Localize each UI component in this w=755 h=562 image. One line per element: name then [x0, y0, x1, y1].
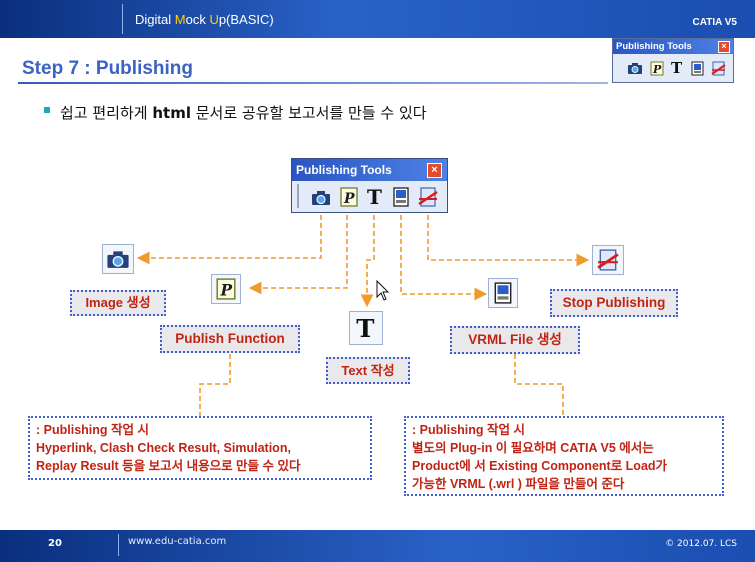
- camera-icon: [102, 244, 134, 274]
- publish-p-icon: P: [211, 274, 241, 304]
- note-left-line: Replay Result 등을 보고서 내용으로 만들 수 있다: [36, 459, 301, 473]
- note-right-line: 가능한 VRML (.wrl ) 파일을 만들어 준다: [412, 477, 625, 491]
- label-stop-publishing: Stop Publishing: [550, 289, 678, 317]
- vrml-file-icon: [488, 278, 518, 308]
- note-right: : Publishing 작업 시 별도의 Plug-in 이 필요하며 CAT…: [404, 416, 724, 496]
- note-left-line: Hyperlink, Clash Check Result, Simulatio…: [36, 441, 291, 455]
- page-number: 20: [48, 538, 62, 549]
- note-right-line: : Publishing 작업 시: [412, 423, 525, 437]
- label-text: Text 작성: [326, 357, 410, 384]
- svg-text:P: P: [220, 282, 233, 300]
- label-image: Image 생성: [70, 290, 166, 316]
- label-publish-function: Publish Function: [160, 325, 300, 353]
- stop-publishing-icon: [592, 245, 624, 275]
- footer-separator: [118, 534, 119, 556]
- note-left: : Publishing 작업 시 Hyperlink, Clash Check…: [28, 416, 372, 480]
- footer-url[interactable]: www.edu-catia.com: [128, 536, 226, 547]
- note-right-line: 별도의 Plug-in 이 필요하며 CATIA V5 에서는: [412, 441, 654, 455]
- text-t-icon: T: [349, 311, 383, 345]
- svg-text:T: T: [356, 315, 374, 341]
- mouse-cursor-icon: [376, 280, 390, 301]
- note-right-line: Product에 서 Existing Component로 Load가: [412, 459, 668, 473]
- footer-copyright: © 2012.07. LCS: [665, 539, 737, 549]
- label-vrml-file: VRML File 생성: [450, 326, 580, 354]
- note-left-line: : Publishing 작업 시: [36, 423, 149, 437]
- footer-bar: 20 www.edu-catia.com © 2012.07. LCS: [0, 530, 755, 562]
